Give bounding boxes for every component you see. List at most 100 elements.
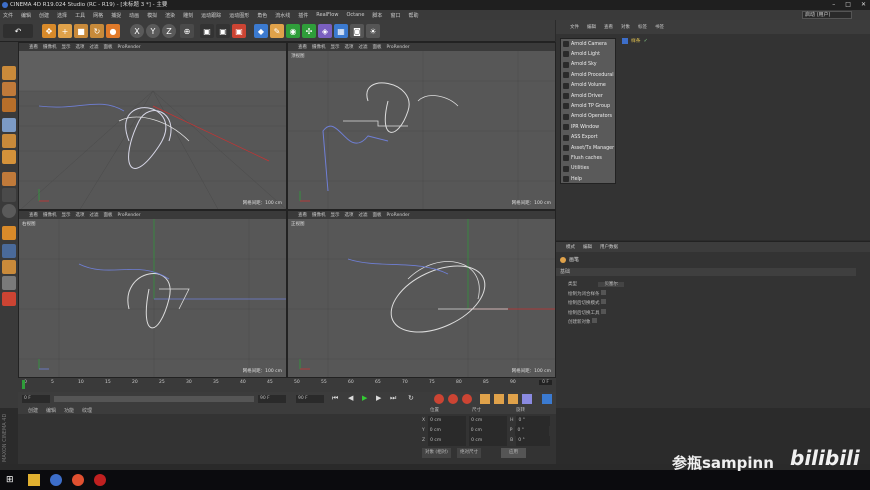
viewport-menu-view[interactable]: 查看	[298, 212, 307, 218]
range-slider[interactable]	[54, 396, 254, 402]
viewport-menu-options[interactable]: 选项	[76, 212, 85, 218]
checkbox[interactable]	[600, 308, 606, 314]
playhead[interactable]	[22, 380, 25, 389]
menu-item[interactable]: 创建	[39, 12, 49, 19]
rot-field[interactable]: 0 °	[516, 416, 551, 426]
viewport-menu-camera[interactable]: 摄像机	[312, 212, 326, 218]
attr-tab[interactable]: 编辑	[583, 244, 592, 250]
cube-object-icon[interactable]: ◆	[254, 24, 268, 38]
go-end-icon[interactable]: ⏭	[390, 394, 396, 403]
menu-item[interactable]: 捕捉	[111, 12, 121, 19]
viewport-menu-filter[interactable]: 过滤	[359, 212, 368, 218]
menu-item[interactable]: 流水线	[275, 12, 290, 19]
viewport-menu-camera[interactable]: 摄像机	[312, 44, 326, 50]
menu-item-help[interactable]: Help	[561, 174, 615, 184]
menu-item[interactable]: 运动图形	[229, 12, 249, 19]
next-key-icon[interactable]: ▶	[376, 394, 381, 402]
checkbox[interactable]	[600, 289, 606, 295]
menu-item[interactable]: RealFlow	[316, 12, 338, 18]
texture-mode-icon[interactable]	[2, 82, 16, 96]
pos-field[interactable]: 0 cm	[427, 426, 466, 436]
menu-item[interactable]: 渲染	[165, 12, 175, 19]
current-frame[interactable]: 0 F	[539, 380, 552, 385]
sculpt-icon[interactable]	[2, 260, 16, 274]
viewport-menu-filter[interactable]: 过滤	[359, 44, 368, 50]
menu-item-arnold-sky[interactable]: Arnold Sky	[561, 60, 615, 70]
menu-item-arnold-camera[interactable]: Arnold Camera	[561, 39, 615, 49]
checkbox[interactable]	[600, 299, 606, 304]
points-mode-icon[interactable]	[2, 118, 16, 132]
size-field[interactable]: 0 cm	[469, 436, 508, 446]
record-icon[interactable]	[434, 394, 444, 404]
menu-item-arnold-volume[interactable]: Arnold Volume	[561, 81, 615, 91]
menu-item[interactable]: 运动跟踪	[201, 12, 221, 19]
size-field[interactable]: 0 cm	[469, 416, 508, 426]
apply-button[interactable]: 应用	[500, 448, 526, 458]
pos-key-icon[interactable]	[480, 394, 490, 404]
check-icon[interactable]: ✓	[644, 38, 648, 44]
viewport-menu-panel[interactable]: 面板	[373, 44, 382, 50]
om-tab[interactable]: 查看	[604, 24, 613, 30]
mat-tab[interactable]: 编辑	[46, 407, 56, 414]
autokey-icon[interactable]	[448, 394, 458, 404]
z-axis-icon[interactable]: Z	[162, 24, 176, 38]
menu-item-arnold-operators[interactable]: Arnold Operators	[561, 112, 615, 122]
windows-start-icon[interactable]: ⊞	[6, 475, 14, 485]
edges-mode-icon[interactable]	[2, 134, 16, 148]
c4d-taskbar-icon[interactable]	[50, 474, 62, 486]
end-frame-field[interactable]: 90 F	[258, 395, 286, 403]
object-row[interactable]: 样条 ✓	[622, 37, 648, 44]
viewport-menu-camera[interactable]: 摄像机	[43, 44, 57, 50]
prev-key-icon[interactable]: ◀	[348, 394, 353, 402]
minimize-icon[interactable]: –	[832, 0, 835, 10]
menu-item-flush-caches[interactable]: Flush caches	[561, 153, 615, 163]
deformer-icon[interactable]: ◈	[318, 24, 332, 38]
menu-item[interactable]: 插件	[298, 12, 308, 19]
size-field[interactable]: 0 cm	[468, 426, 507, 436]
menu-item-asset-manager[interactable]: Asset/Tx Manager	[561, 143, 615, 153]
menu-item-arnold-driver[interactable]: Arnold Driver	[561, 91, 615, 101]
viewport-menu-filter[interactable]: 过滤	[90, 44, 99, 50]
pos-field[interactable]: 0 cm	[428, 416, 467, 426]
rotate-tool-icon[interactable]: ↻	[90, 24, 104, 38]
chrome-icon[interactable]	[72, 474, 84, 486]
menu-item-utilities[interactable]: Utilities	[561, 164, 615, 174]
start-frame-field[interactable]: 0 F	[22, 395, 50, 403]
menu-item[interactable]: 编辑	[21, 12, 31, 19]
om-tab[interactable]: 编辑	[587, 24, 596, 30]
type-select[interactable]: 贝塞尔	[598, 282, 624, 287]
coord-mode-select[interactable]: 对象 (相对)	[422, 448, 451, 458]
menu-item[interactable]: 帮助	[408, 12, 418, 19]
perspective-viewport[interactable]: 查看 摄像机 显示 选项 过滤 面板 ProRender 透视视图 网格间距：1…	[18, 42, 287, 210]
om-tab[interactable]: 文件	[570, 24, 579, 30]
close-icon[interactable]: ✕	[861, 0, 866, 10]
viewport-menu-prorender[interactable]: ProRender	[387, 45, 410, 50]
size-mode-select[interactable]: 绝对尺寸	[456, 448, 481, 458]
workplane-lock-icon[interactable]	[2, 276, 16, 290]
menu-item[interactable]: 选择	[57, 12, 67, 19]
menu-item-ass-export[interactable]: ASS Export	[561, 133, 615, 143]
move-tool-icon[interactable]: ✥	[42, 24, 56, 38]
viewport-menu-display[interactable]: 显示	[331, 44, 340, 50]
viewport-menu-options[interactable]: 选项	[76, 44, 85, 50]
polygons-mode-icon[interactable]	[2, 150, 16, 164]
recorder-icon[interactable]	[94, 474, 106, 486]
maximize-icon[interactable]: □	[845, 0, 851, 10]
rot-field[interactable]: 0 °	[515, 426, 550, 436]
file-explorer-icon[interactable]	[28, 474, 40, 486]
viewport-menu-view[interactable]: 查看	[29, 44, 38, 50]
render-view-icon[interactable]: ▣	[200, 24, 214, 38]
menu-item[interactable]: 动画	[129, 12, 139, 19]
top-viewport[interactable]: 查看 摄像机 显示 选项 过滤 面板 ProRender 顶视图 网格间距：10…	[287, 42, 556, 210]
menu-item[interactable]: 网格	[93, 12, 103, 19]
layer-icon[interactable]	[2, 244, 16, 258]
menu-item[interactable]: 模拟	[147, 12, 157, 19]
viewport-menu-camera[interactable]: 摄像机	[43, 212, 57, 218]
viewport-menu-display[interactable]: 显示	[62, 212, 71, 218]
axis-mode-icon[interactable]	[2, 172, 16, 186]
viewport-menu-prorender[interactable]: ProRender	[118, 213, 141, 218]
menu-item[interactable]: Octane	[346, 12, 364, 18]
menu-item-arnold-tp-group[interactable]: Arnold TP Group	[561, 101, 615, 111]
menu-item[interactable]: 角色	[257, 12, 267, 19]
scale-tool-icon[interactable]: +	[58, 24, 72, 38]
